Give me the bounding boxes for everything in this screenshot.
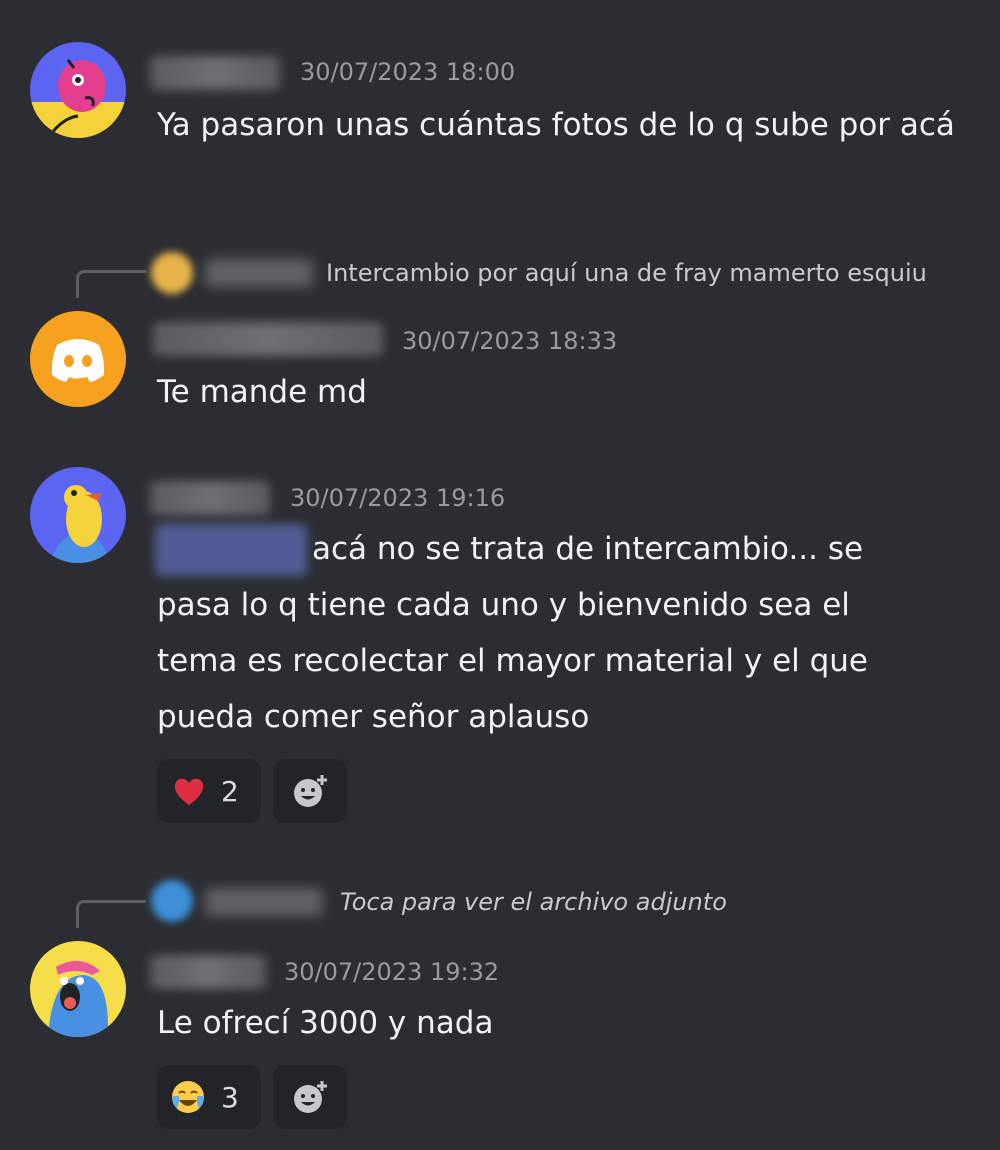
message-text-line1: acá no se trata de intercambio... se	[312, 531, 864, 567]
discord-icon	[30, 311, 126, 407]
joy-icon	[172, 1081, 204, 1113]
reaction-count: 2	[221, 774, 239, 808]
reaction-joy[interactable]: 3	[157, 1065, 261, 1129]
user-avatar[interactable]	[30, 42, 126, 138]
user-mention-blurred[interactable]	[155, 524, 307, 576]
username-blurred[interactable]	[150, 955, 266, 989]
reply-preview[interactable]: Intercambio por aquí una de fray mamerto…	[326, 259, 927, 287]
message-timestamp: 30/07/2023 19:16	[290, 484, 506, 512]
add-reaction-button[interactable]	[273, 1065, 347, 1129]
message-text-rest: pasa lo q tiene cada uno y bienvenido se…	[157, 587, 869, 735]
reply-connector	[76, 270, 146, 298]
message-text: Le ofrecí 3000 y nada	[157, 1005, 494, 1041]
reaction-heart[interactable]: 2	[157, 759, 261, 823]
heart-icon	[174, 778, 204, 805]
reply-username-blurred	[205, 888, 323, 916]
username-blurred[interactable]	[150, 56, 280, 90]
reply-avatar	[151, 880, 193, 922]
reply-attachment-preview[interactable]: Toca para ver el archivo adjunto	[340, 888, 727, 916]
message-timestamp: 30/07/2023 18:00	[300, 58, 516, 86]
avatar-pink-character-icon	[30, 42, 126, 138]
message-text: Te mande md	[157, 374, 367, 410]
reaction-count: 3	[221, 1080, 239, 1114]
avatar-duck-character-icon	[30, 467, 126, 563]
reply-connector	[76, 900, 146, 928]
message-timestamp: 30/07/2023 19:32	[284, 958, 500, 986]
user-avatar[interactable]	[30, 467, 126, 563]
username-blurred[interactable]	[153, 322, 383, 356]
avatar-blue-character-icon	[30, 941, 126, 1037]
message-timestamp: 30/07/2023 18:33	[402, 327, 618, 355]
message-text: Ya pasaron unas cuántas fotos de lo q su…	[157, 107, 955, 143]
reply-username-blurred	[205, 259, 313, 287]
add-reaction-icon	[294, 1081, 327, 1113]
add-reaction-icon	[294, 775, 327, 807]
user-avatar[interactable]	[30, 311, 126, 407]
add-reaction-button[interactable]	[273, 759, 347, 823]
user-avatar[interactable]	[30, 941, 126, 1037]
username-blurred[interactable]	[150, 481, 270, 515]
reply-avatar	[151, 252, 193, 294]
